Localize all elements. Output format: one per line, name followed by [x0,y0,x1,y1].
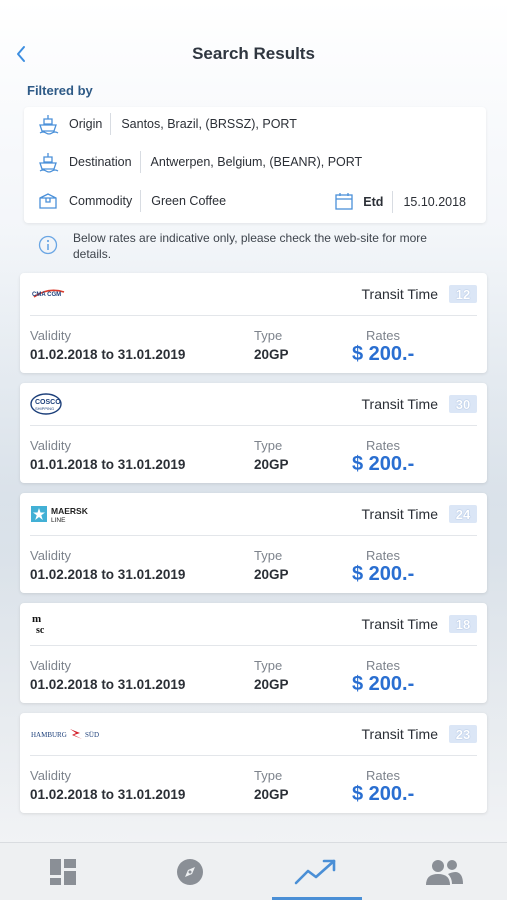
carrier-logo-cma-cgm: CMA CGM [30,281,120,307]
transit-time-label: Transit Time [361,506,439,522]
origin-value: Santos, Brazil, (BRSSZ), PORT [121,117,297,131]
logo-text: HAMBURG [31,731,67,739]
dashboard-icon [50,859,76,885]
type-label: Type [254,438,283,453]
type-value: 20GP [254,677,289,692]
logo-text: SHIPPING [35,406,54,411]
carrier-logo-cosco: COSCO SHIPPING [30,391,120,417]
etd-value: 15.10.2018 [403,195,466,209]
rates-label: Rates [366,768,400,783]
type-label: Type [254,658,283,673]
transit-time-label: Transit Time [361,396,439,412]
transit-time-label: Transit Time [361,726,439,742]
tab-contacts[interactable] [381,843,507,900]
rate-value: $ 200.- [352,343,415,365]
validity-label: Validity [30,658,71,673]
rate-value: $ 200.- [352,783,415,805]
result-card[interactable]: CMA CGM Transit Time 12 Validity 01.02.2… [20,273,487,373]
rates-label: Rates [366,658,400,673]
box-icon [37,190,59,212]
trending-up-icon [294,859,336,885]
result-card[interactable]: HAMBURG SÜD Transit Time 23 Validity 01.… [20,713,487,813]
type-value: 20GP [254,347,289,362]
bottom-tab-bar [0,842,507,900]
result-card[interactable]: COSCO SHIPPING Transit Time 30 Validity … [20,383,487,483]
filter-destination[interactable]: Destination Antwerpen, Belgium, (BEANR),… [24,150,362,174]
validity-value: 01.02.2018 to 31.01.2019 [30,567,186,582]
validity-label: Validity [30,768,71,783]
transit-time-badge: 12 [449,285,477,303]
logo-text: LINE [51,517,66,524]
logo-text: sc [36,625,45,636]
carrier-logo-maersk: MAERSK LINE [30,501,120,527]
people-icon [426,860,463,885]
filter-etd[interactable]: Etd 15.10.2018 [334,189,466,215]
rate-value: $ 200.- [352,453,415,475]
rate-value: $ 200.- [352,563,415,585]
disclaimer-text: Below rates are indicative only, please … [73,231,427,261]
validity-label: Validity [30,328,71,343]
filter-origin[interactable]: Origin Santos, Brazil, (BRSSZ), PORT [24,112,297,136]
destination-value: Antwerpen, Belgium, (BEANR), PORT [150,155,363,169]
filter-card: Origin Santos, Brazil, (BRSSZ), PORT Des… [24,107,486,223]
compass-icon [177,859,203,885]
carrier-logo-hamburg-sud: HAMBURG SÜD [30,721,120,747]
filter-commodity[interactable]: Commodity Green Coffee [24,189,226,213]
type-label: Type [254,768,283,783]
divider [30,755,477,756]
etd-label: Etd [363,191,394,213]
type-label: Type [254,548,283,563]
divider [30,315,477,316]
transit-time-badge: 24 [449,505,477,523]
transit-time-label: Transit Time [361,286,439,302]
rate-value: $ 200.- [352,673,415,695]
rates-label: Rates [366,548,400,563]
type-value: 20GP [254,567,289,582]
tab-dashboard[interactable] [0,843,126,900]
tab-explore[interactable] [127,843,253,900]
commodity-value: Green Coffee [151,194,227,208]
validity-value: 01.02.2018 to 31.01.2019 [30,347,186,362]
origin-label: Origin [69,113,112,135]
type-value: 20GP [254,457,289,472]
result-card[interactable]: m sc Transit Time 18 Validity 01.02.2018… [20,603,487,703]
page-title: Search Results [192,44,315,63]
logo-text: m [32,613,41,625]
validity-label: Validity [30,438,71,453]
transit-time-badge: 18 [449,615,477,633]
validity-value: 01.02.2018 to 31.01.2019 [30,787,186,802]
transit-time-badge: 30 [449,395,477,413]
rates-disclaimer: Below rates are indicative only, please … [38,230,438,262]
transit-time-badge: 23 [449,725,477,743]
logo-text: COSCO [35,399,61,406]
calendar-icon [334,191,354,214]
rates-label: Rates [366,438,400,453]
type-value: 20GP [254,787,289,802]
logo-text: CMA CGM [32,292,61,298]
commodity-label: Commodity [69,190,142,212]
header: Search Results [0,0,507,80]
logo-text: SÜD [85,731,99,739]
divider [30,425,477,426]
filtered-by-heading: Filtered by [27,83,93,98]
rates-label: Rates [366,328,400,343]
type-label: Type [254,328,283,343]
destination-label: Destination [69,151,141,173]
divider [30,645,477,646]
result-card[interactable]: MAERSK LINE Transit Time 24 Validity 01.… [20,493,487,593]
ship-icon [37,113,59,135]
carrier-logo-msc: m sc [30,611,120,637]
tab-rates[interactable] [254,843,380,900]
info-icon [38,235,58,255]
logo-text: MAERSK [51,506,89,516]
validity-value: 01.01.2018 to 31.01.2019 [30,457,186,472]
transit-time-label: Transit Time [361,616,439,632]
ship-icon [37,151,59,173]
divider [30,535,477,536]
validity-label: Validity [30,548,71,563]
validity-value: 01.02.2018 to 31.01.2019 [30,677,186,692]
